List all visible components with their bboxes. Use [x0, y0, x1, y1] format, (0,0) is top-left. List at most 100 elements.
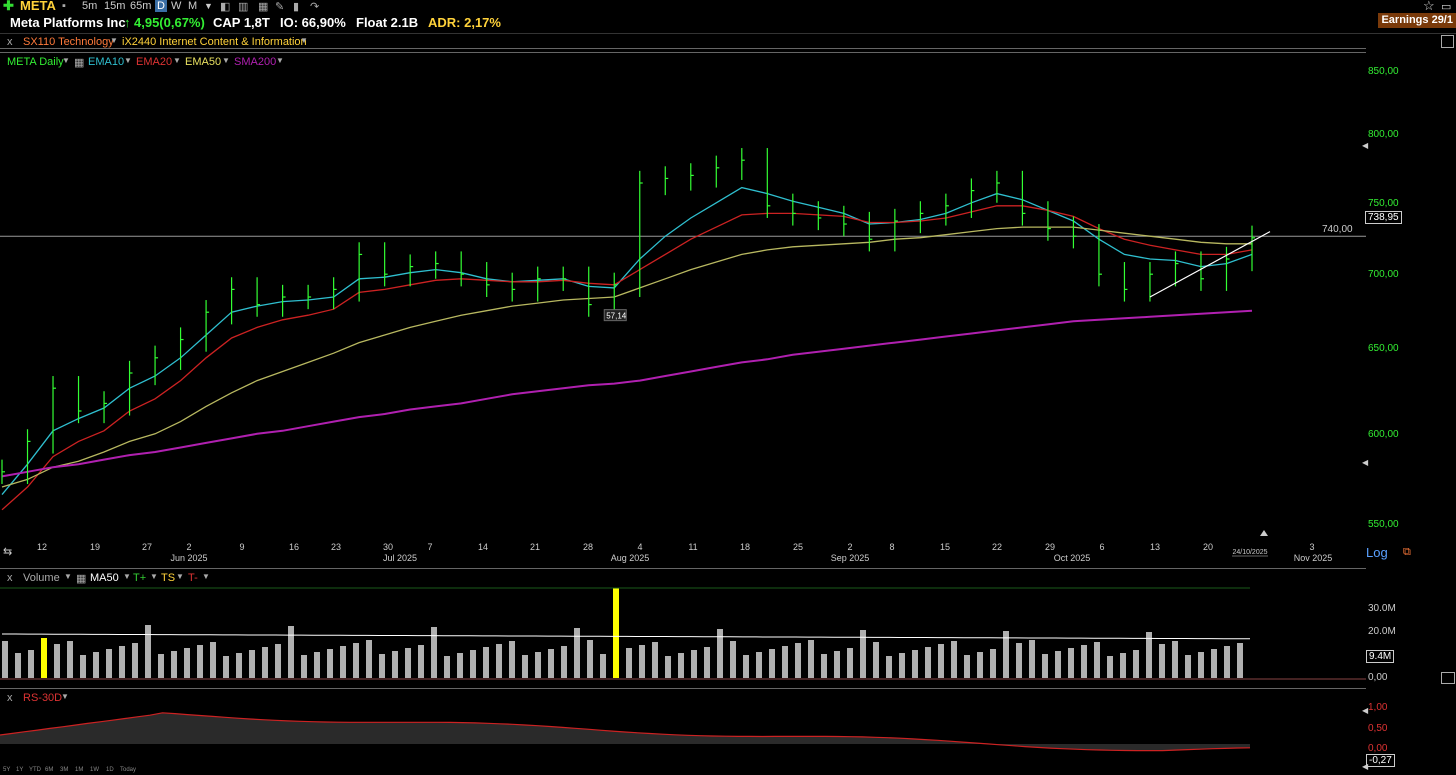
chevron-down-icon[interactable]: ▼ [64, 572, 72, 581]
scroll-left-icon[interactable]: ◀ [1362, 762, 1368, 771]
price-tick: 850,00 [1368, 66, 1399, 77]
ts-label[interactable]: TS [161, 572, 175, 584]
volume-bar [457, 653, 463, 678]
volume-axis: 30.0M 20.0M 9.4M 0,00 [1366, 586, 1456, 686]
close-icon[interactable]: x [7, 572, 13, 584]
timeframe-daily[interactable]: D [155, 0, 167, 12]
add-symbol-icon[interactable]: ✚ [3, 0, 14, 14]
range-1d[interactable]: 1D [106, 767, 114, 773]
volume-bar [288, 626, 294, 678]
chart-tool-icon[interactable]: ◧ [220, 0, 230, 13]
range-6m[interactable]: 6M [45, 767, 53, 773]
chevron-down-icon[interactable]: ▼ [300, 36, 308, 45]
volume-bar [210, 642, 216, 678]
volume-tick: 30.0M [1368, 603, 1396, 614]
volume-bar [2, 641, 8, 678]
volume-bar [756, 652, 762, 678]
ma50-label[interactable]: MA50 [90, 572, 119, 584]
volume-bar [1068, 648, 1074, 678]
scroll-left-icon[interactable]: ◀ [1362, 458, 1368, 467]
date-tick: 20 [1203, 542, 1213, 552]
bar-style-icon[interactable]: ▥ [238, 0, 248, 13]
sector-label[interactable]: SX110 Technology [23, 36, 114, 48]
ema20-line [1, 205, 1253, 511]
timeframe-weekly[interactable]: W [171, 0, 181, 12]
volume-bar [67, 641, 73, 678]
volume-bar [483, 647, 489, 678]
price-change: 4,95(0,67%) [134, 15, 205, 30]
chevron-down-icon[interactable]: ▼ [202, 572, 210, 581]
price-tick: 800,00 [1368, 129, 1399, 140]
chevron-down-icon[interactable]: ▼ [150, 572, 158, 581]
earnings-badge[interactable]: Earnings 29/1 [1378, 13, 1456, 28]
month-tick: Jun 2025 [170, 553, 207, 563]
date-tick: 29 [1045, 542, 1055, 552]
volume-bar [509, 641, 515, 678]
range-1w[interactable]: 1W [90, 767, 99, 773]
volume-chart[interactable] [0, 586, 1366, 686]
timeframe-65m[interactable]: 65m [130, 0, 151, 12]
note-icon[interactable]: ▮ [293, 0, 299, 13]
timeframe-dropdown-icon[interactable]: ▼ [204, 1, 213, 11]
volume-ma50-line [2, 633, 1250, 640]
volume-bar [249, 650, 255, 678]
rs-tick: 0,00 [1368, 743, 1388, 754]
scroll-left-icon[interactable]: ◀ [1362, 141, 1368, 150]
volume-bar [1237, 643, 1243, 678]
chevron-down-icon[interactable]: ▼ [123, 572, 131, 581]
volume-bar [1081, 645, 1087, 678]
log-scale-toggle[interactable]: Log [1366, 545, 1388, 560]
industry-label[interactable]: iX2440 Internet Content & Information [122, 36, 307, 48]
rs-chart[interactable] [0, 700, 1366, 766]
ticker-symbol[interactable]: META [20, 0, 56, 13]
date-tick: 2 [186, 542, 191, 552]
popout-icon[interactable]: ⧉ [1403, 546, 1411, 559]
divider [0, 52, 1366, 53]
date-tick: 23 [331, 542, 341, 552]
company-name: Meta Platforms Inc [10, 15, 126, 30]
date-tick: 2 [847, 542, 852, 552]
range-today[interactable]: Today [120, 767, 136, 773]
volume-bar [1029, 640, 1035, 678]
month-tick: Jul 2025 [383, 553, 417, 563]
window-icon[interactable]: ▭ [1441, 0, 1451, 13]
t-plus-label[interactable]: T+ [133, 572, 146, 584]
date-tick: 7 [427, 542, 432, 552]
maximize-icon[interactable] [1441, 35, 1454, 48]
range-1y[interactable]: 1Y [16, 767, 23, 773]
current-date-marker [1260, 530, 1268, 536]
volume-bar [548, 649, 554, 678]
range-5y[interactable]: 5Y [3, 767, 10, 773]
chevron-down-icon[interactable]: ▼ [110, 36, 118, 45]
indicator-grid-icon[interactable]: ▦ [76, 572, 86, 585]
volume-bar [41, 638, 47, 678]
range-3m[interactable]: 3M [60, 767, 68, 773]
date-tick: 22 [992, 542, 1002, 552]
volume-label[interactable]: Volume [23, 572, 60, 584]
close-icon[interactable]: x [7, 36, 13, 48]
grid-icon[interactable]: ▦ [258, 0, 268, 13]
volume-bar [418, 645, 424, 678]
timeframe-15m[interactable]: 15m [104, 0, 125, 12]
adr: ADR: 2,17% [428, 15, 501, 30]
price-chart[interactable]: 740,0057,1412 19 27 2 9 16 23 30 7 14 21 28 4 11 18 25 2… [0, 56, 1366, 566]
price-tick: 750,00 [1368, 198, 1399, 209]
draw-pencil-icon[interactable]: ✎ [275, 0, 284, 13]
star-icon[interactable]: ☆ [1423, 0, 1435, 14]
date-tick: 19 [90, 542, 100, 552]
volume-bar [1107, 656, 1113, 678]
volume-bar [873, 642, 879, 678]
chevron-down-icon[interactable]: ▼ [176, 572, 184, 581]
volume-bar [795, 643, 801, 678]
timeframe-5m[interactable]: 5m [82, 0, 97, 12]
maximize-icon[interactable] [1441, 672, 1455, 684]
share-icon[interactable]: ↷ [310, 0, 319, 13]
date-tick: 25 [793, 542, 803, 552]
range-ytd[interactable]: YTD [29, 767, 41, 773]
t-minus-label[interactable]: T- [188, 572, 198, 584]
volume-bar [405, 648, 411, 678]
volume-bar [821, 654, 827, 678]
camera-icon[interactable]: ▪ [62, 0, 66, 12]
range-1m[interactable]: 1M [75, 767, 83, 773]
timeframe-monthly[interactable]: M [188, 0, 197, 12]
